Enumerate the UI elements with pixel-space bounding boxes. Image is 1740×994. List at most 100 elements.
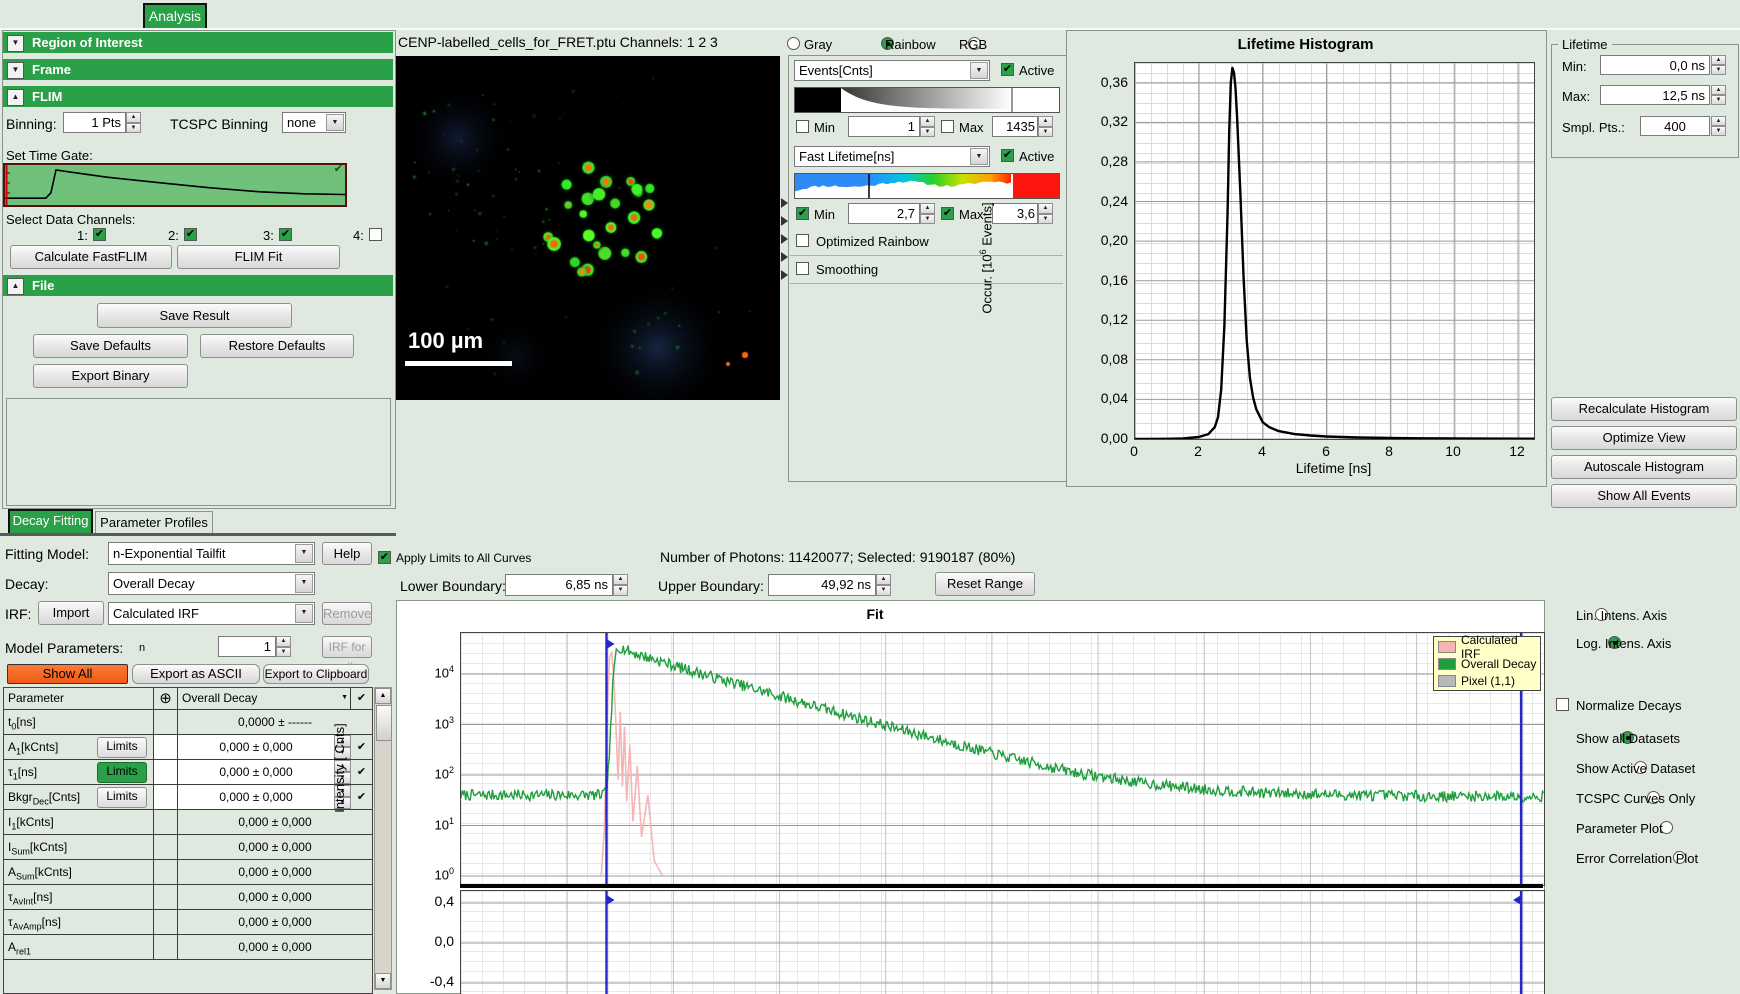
- channel-checkbox[interactable]: ✔: [279, 228, 292, 241]
- show-all-button[interactable]: Show All: [7, 664, 128, 684]
- intensity-max-input[interactable]: 1435: [992, 116, 1038, 137]
- help-button[interactable]: Help: [322, 542, 372, 565]
- intensity-min-spinner[interactable]: ▲▼: [920, 116, 935, 137]
- lower-boundary-input[interactable]: 6,85 ns: [505, 574, 613, 596]
- lifetime-max-spinner[interactable]: ▲▼: [1038, 203, 1053, 224]
- save-result-button[interactable]: Save Result: [97, 303, 292, 328]
- chevron-down-icon[interactable]: ▼: [326, 114, 344, 131]
- lifetime-max-setting-spinner[interactable]: ▲▼: [1711, 85, 1726, 105]
- save-defaults-button[interactable]: Save Defaults: [33, 334, 188, 358]
- binning-input[interactable]: 1 Pts: [63, 112, 126, 133]
- param-fit-checkbox[interactable]: ✔: [351, 735, 372, 759]
- scrollbar-thumb[interactable]: [376, 705, 392, 741]
- tab-analysis[interactable]: Analysis: [143, 3, 207, 30]
- param-value-input[interactable]: 0,000 ± 0,000: [178, 760, 334, 784]
- limits-button[interactable]: Limits: [97, 762, 147, 783]
- section-frame[interactable]: ▼ Frame: [3, 59, 393, 80]
- section-file[interactable]: ▲ File: [3, 275, 393, 296]
- intensity-max-checkbox[interactable]: [941, 120, 954, 133]
- scroll-up-icon[interactable]: ▲: [375, 688, 391, 704]
- decay-select[interactable]: Overall Decay ▼: [108, 572, 315, 595]
- channel-checkbox[interactable]: ✔: [184, 228, 197, 241]
- lifetime-min-spinner[interactable]: ▲▼: [920, 203, 935, 224]
- irf-import-button[interactable]: Import: [38, 601, 104, 625]
- lifetime-max-checkbox[interactable]: ✔: [941, 207, 954, 220]
- lifetime-min-setting-spinner[interactable]: ▲▼: [1711, 55, 1726, 75]
- parameter-table-scrollbar[interactable]: ▲ ▼: [374, 687, 392, 990]
- lifetime-histogram-plot[interactable]: [1134, 62, 1535, 440]
- chevron-down-icon[interactable]: ▼: [970, 62, 988, 79]
- irf-select[interactable]: Calculated IRF ▼: [108, 602, 315, 625]
- upper-boundary-input[interactable]: 49,92 ns: [768, 574, 876, 596]
- scroll-down-icon[interactable]: ▼: [375, 973, 391, 989]
- param-fit-checkbox[interactable]: ✔: [351, 785, 372, 809]
- lifetime-channel-select[interactable]: Fast Lifetime[ns] ▼: [794, 146, 990, 167]
- fitting-model-select[interactable]: n-Exponential Tailfit ▼: [108, 542, 315, 565]
- collapse-icon[interactable]: ▲: [7, 278, 24, 295]
- upper-boundary-spinner[interactable]: ▲▼: [876, 574, 891, 596]
- intensity-active-checkbox[interactable]: ✔: [1001, 63, 1014, 76]
- collapse-icon[interactable]: ▼: [7, 35, 24, 52]
- lifetime-min-input[interactable]: 2,7: [848, 203, 920, 224]
- globe-icon[interactable]: ⊕: [154, 688, 178, 709]
- residuals-plot[interactable]: [460, 890, 1545, 994]
- apply-limits-checkbox[interactable]: ✔: [378, 551, 391, 564]
- tab-decay-fitting[interactable]: Decay Fitting: [8, 509, 93, 533]
- fit-plot[interactable]: [460, 632, 1545, 886]
- collapse-icon[interactable]: ▼: [7, 62, 24, 79]
- limits-button[interactable]: Limits: [97, 787, 147, 808]
- normalize-decays-checkbox[interactable]: [1556, 698, 1569, 711]
- optimize-view-button[interactable]: Optimize View: [1551, 426, 1737, 450]
- sample-points-spinner[interactable]: ▲▼: [1711, 116, 1726, 136]
- lifetime-active-checkbox[interactable]: ✔: [1001, 149, 1014, 162]
- n-input[interactable]: 1: [218, 636, 276, 657]
- tcspc-binning-select[interactable]: none ▼: [282, 112, 346, 133]
- intensity-min-checkbox[interactable]: [796, 120, 809, 133]
- param-fit-checkbox[interactable]: ✔: [351, 760, 372, 784]
- chevron-down-icon[interactable]: ▼: [295, 544, 313, 563]
- irf-remove-button[interactable]: Remove: [322, 602, 372, 625]
- param-value-input[interactable]: 0,000 ± 0,000: [178, 735, 334, 759]
- collapse-icon[interactable]: ▲: [7, 89, 24, 106]
- lifetime-max-setting-input[interactable]: 12,5 ns: [1600, 85, 1710, 105]
- intensity-histogram-bar[interactable]: [794, 87, 1060, 113]
- intensity-min-input[interactable]: 1: [848, 116, 920, 137]
- section-flim[interactable]: ▲ FLIM: [3, 86, 393, 107]
- lower-boundary-spinner[interactable]: ▲▼: [613, 574, 628, 596]
- intensity-channel-select[interactable]: Events[Cnts] ▼: [794, 60, 990, 81]
- optimized-rainbow-checkbox[interactable]: [796, 234, 809, 247]
- reset-range-button[interactable]: Reset Range: [935, 572, 1035, 596]
- export-clipboard-button[interactable]: Export to Clipboard: [263, 664, 369, 684]
- flim-fit-button[interactable]: FLIM Fit: [177, 245, 340, 269]
- color-mode-radio-gray[interactable]: [787, 37, 800, 50]
- show-all-events-button[interactable]: Show All Events: [1551, 484, 1737, 508]
- lifetime-histogram-bar[interactable]: [794, 173, 1060, 199]
- n-spinner[interactable]: ▲▼: [276, 636, 291, 657]
- export-ascii-button[interactable]: Export as ASCII: [132, 664, 260, 684]
- smoothing-checkbox[interactable]: [796, 262, 809, 275]
- chevron-down-icon[interactable]: ▼: [295, 574, 313, 593]
- section-region-of-interest[interactable]: ▼ Region of Interest: [3, 32, 393, 53]
- plot-divider[interactable]: [460, 884, 1543, 888]
- autoscale-histogram-button[interactable]: Autoscale Histogram: [1551, 455, 1737, 479]
- channel-checkbox[interactable]: ✔: [93, 228, 106, 241]
- time-gate-graph[interactable]: ✔: [3, 163, 347, 207]
- export-binary-button[interactable]: Export Binary: [33, 364, 188, 388]
- lifetime-min-checkbox[interactable]: ✔: [796, 207, 809, 220]
- restore-defaults-button[interactable]: Restore Defaults: [200, 334, 354, 358]
- sample-points-input[interactable]: 400: [1640, 116, 1710, 136]
- chevron-down-icon[interactable]: ▼: [295, 604, 313, 623]
- limits-button[interactable]: Limits: [97, 737, 147, 758]
- column-decay[interactable]: Overall Decay▼: [178, 688, 351, 709]
- recalculate-histogram-button[interactable]: Recalculate Histogram: [1551, 397, 1737, 421]
- irf-for-all-button[interactable]: IRF for all: [322, 636, 372, 658]
- param-value-input[interactable]: 0,000 ± 0,000: [178, 785, 334, 809]
- lifetime-min-setting-input[interactable]: 0,0 ns: [1600, 55, 1710, 75]
- tab-parameter-profiles[interactable]: Parameter Profiles: [95, 511, 213, 533]
- lifetime-max-input[interactable]: 3,6: [992, 203, 1038, 224]
- calculate-fastflim-button[interactable]: Calculate FastFLIM: [10, 245, 172, 269]
- channel-checkbox[interactable]: [369, 228, 382, 241]
- binning-spinner[interactable]: ▲▼: [126, 112, 141, 133]
- intensity-max-spinner[interactable]: ▲▼: [1038, 116, 1053, 137]
- column-check[interactable]: ✔: [351, 688, 372, 709]
